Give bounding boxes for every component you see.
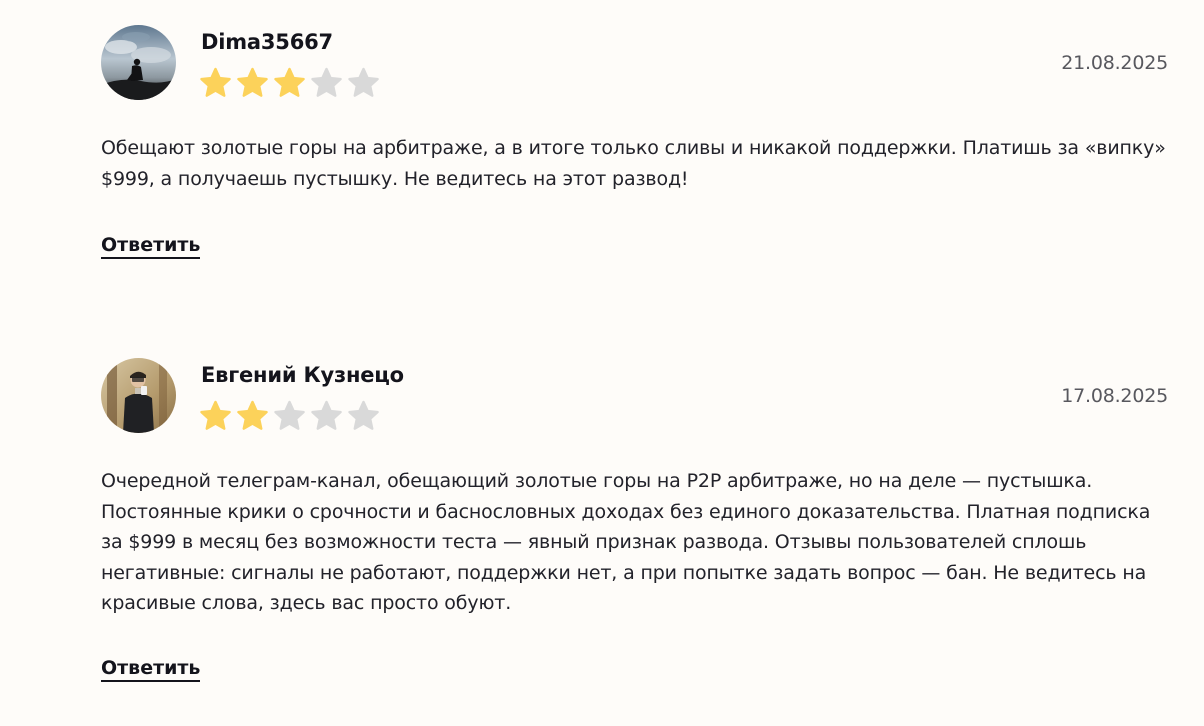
star-filled-icon [199,67,232,99]
star-empty-icon [347,67,380,99]
star-empty-icon [273,400,306,432]
star-empty-icon [310,400,343,432]
star-filled-icon [236,400,269,432]
star-rating [199,400,380,432]
reply-link[interactable]: Ответить [101,234,201,259]
star-filled-icon [199,400,232,432]
user-photo-icon [101,358,176,433]
user-photo-icon [101,25,176,100]
review-text: Обещают золотые горы на арбитраже, а в и… [101,137,1166,190]
star-filled-icon [273,67,306,99]
avatar[interactable] [101,25,176,100]
author-name: Dima35667 [201,30,333,54]
review-date: 17.08.2025 [1061,385,1168,407]
author-name: Евгений Кузнецо [201,363,404,387]
avatar[interactable] [101,358,176,433]
star-rating [199,67,380,99]
review-text: Очередной телеграм-канал, обещающий золо… [101,470,1151,614]
star-empty-icon [347,400,380,432]
star-filled-icon [236,67,269,99]
reply-link[interactable]: Ответить [101,657,201,682]
review-date: 21.08.2025 [1061,52,1168,74]
star-empty-icon [310,67,343,99]
